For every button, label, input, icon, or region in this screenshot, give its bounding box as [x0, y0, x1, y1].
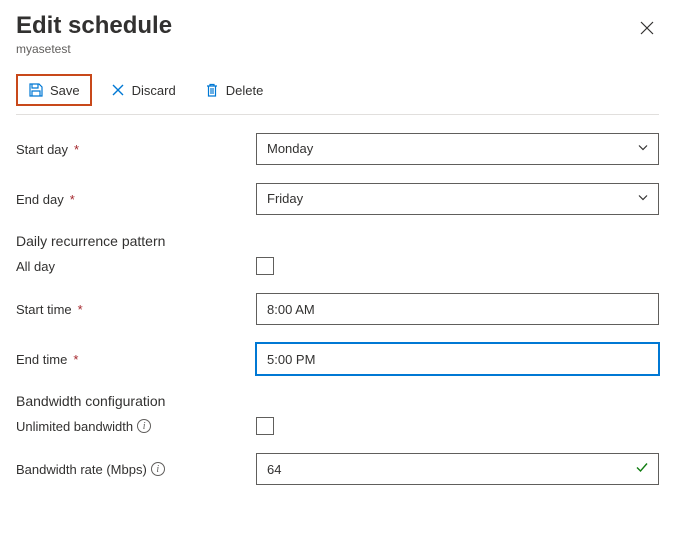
delete-button[interactable]: Delete: [194, 76, 274, 104]
unlimited-bandwidth-checkbox[interactable]: [256, 417, 274, 435]
start-time-label: Start time *: [16, 302, 256, 317]
save-label: Save: [50, 83, 80, 98]
required-indicator: *: [70, 192, 75, 207]
panel-title: Edit schedule: [16, 12, 172, 40]
toolbar: Save Discard Delete: [16, 74, 659, 115]
unlimited-bandwidth-label: Unlimited bandwidth i: [16, 419, 256, 434]
info-icon[interactable]: i: [151, 462, 165, 476]
all-day-checkbox[interactable]: [256, 257, 274, 275]
save-icon: [28, 82, 44, 98]
close-icon: [639, 20, 655, 36]
bandwidth-rate-label: Bandwidth rate (Mbps) i: [16, 462, 256, 477]
delete-icon: [204, 82, 220, 98]
discard-icon: [110, 82, 126, 98]
start-day-value: Monday: [256, 133, 659, 165]
delete-label: Delete: [226, 83, 264, 98]
end-time-label: End time *: [16, 352, 256, 367]
all-day-label: All day: [16, 259, 256, 274]
panel-subtitle: myasetest: [16, 42, 172, 56]
end-day-select[interactable]: Friday: [256, 183, 659, 215]
end-day-value: Friday: [256, 183, 659, 215]
start-day-select[interactable]: Monday: [256, 133, 659, 165]
info-icon[interactable]: i: [137, 419, 151, 433]
bandwidth-heading: Bandwidth configuration: [16, 393, 659, 409]
start-time-input[interactable]: [256, 293, 659, 325]
save-button[interactable]: Save: [16, 74, 92, 106]
end-day-label: End day *: [16, 192, 256, 207]
recurrence-heading: Daily recurrence pattern: [16, 233, 659, 249]
required-indicator: *: [78, 302, 83, 317]
discard-button[interactable]: Discard: [100, 76, 186, 104]
required-indicator: *: [73, 352, 78, 367]
bandwidth-rate-input[interactable]: [256, 453, 659, 485]
close-button[interactable]: [635, 16, 659, 45]
discard-label: Discard: [132, 83, 176, 98]
required-indicator: *: [74, 142, 79, 157]
form: Start day * Monday End day * Friday: [16, 133, 659, 485]
end-time-input[interactable]: [256, 343, 659, 375]
start-day-label: Start day *: [16, 142, 256, 157]
